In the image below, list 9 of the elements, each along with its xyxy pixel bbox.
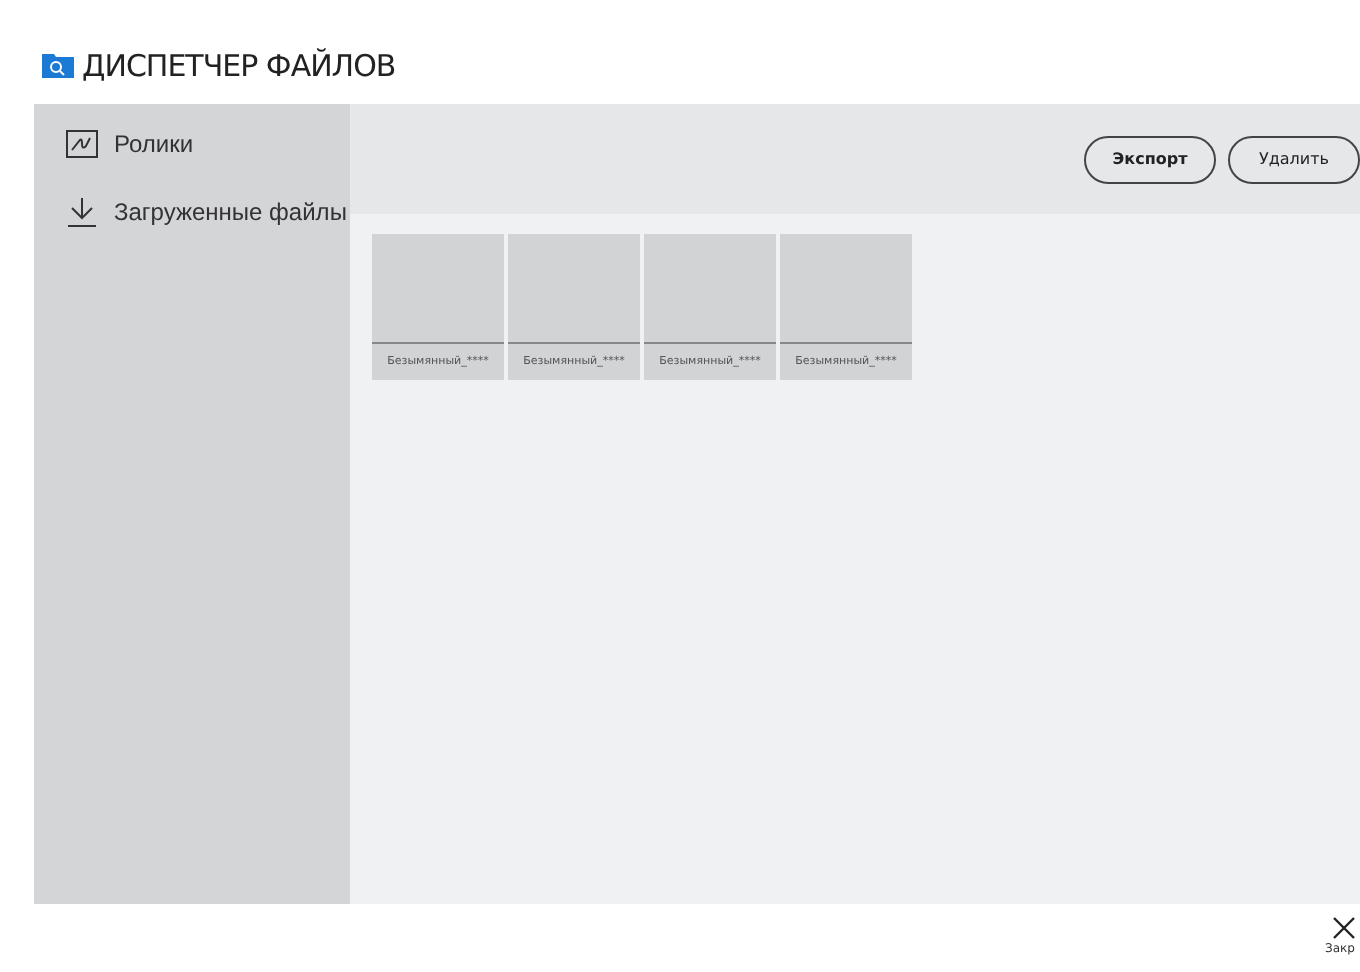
sidebar-item[interactable]: Загруженные файлы <box>34 192 350 232</box>
toolbar-button[interactable]: Экспорт <box>1084 135 1216 183</box>
sidebar-item[interactable]: Ролики <box>34 124 350 164</box>
download-icon <box>66 196 98 228</box>
toolbar-button[interactable]: Удалить <box>1228 135 1360 183</box>
close-icon <box>1332 916 1356 940</box>
clip-icon <box>66 130 98 158</box>
folder-search-icon <box>42 54 74 78</box>
window-title: ДИСПЕТЧЕР ФАЙЛОВ <box>82 45 396 88</box>
